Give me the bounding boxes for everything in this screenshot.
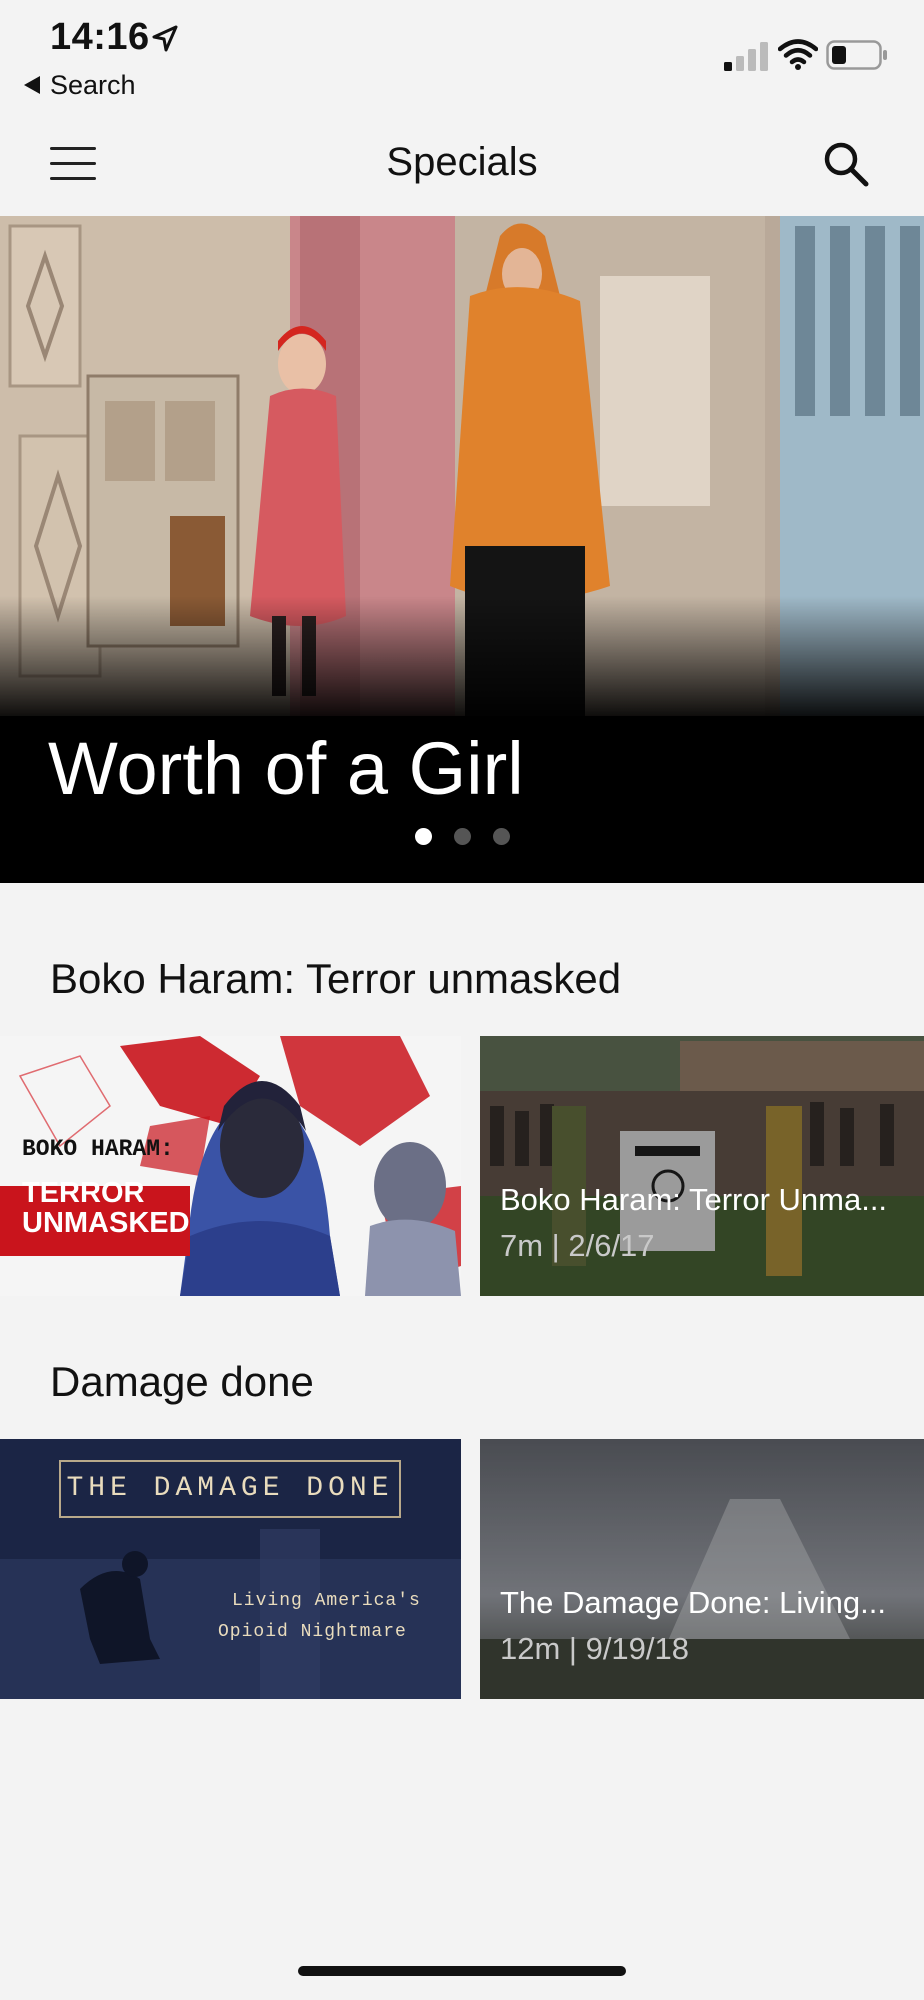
video-card-damage-done[interactable]: The Damage Done: Living... 12m | 9/19/18 [480, 1439, 924, 1699]
video-title: Boko Haram: Terror Unma... [500, 1182, 888, 1217]
boko-haram-poster-image [0, 1036, 461, 1296]
location-arrow-icon [152, 25, 178, 52]
battery-icon [826, 40, 887, 70]
cellular-signal-icon [724, 42, 768, 71]
poster-text-line2: TERROR [22, 1177, 145, 1209]
video-meta: 12m | 9/19/18 [500, 1631, 690, 1666]
poster-text-line3: Opioid Nightmare [218, 1622, 407, 1642]
section-title-damage-done: Damage done [50, 1358, 314, 1405]
page-title: Specials [386, 140, 538, 184]
poster-text-line2: Living America's [232, 1591, 421, 1611]
back-to-search-link[interactable]: Search [24, 68, 136, 102]
poster-text-line1: BOKO HARAM: [22, 1136, 174, 1162]
carousel-page-indicator[interactable] [0, 828, 924, 845]
back-triangle-icon [24, 76, 40, 94]
video-title: The Damage Done: Living... [500, 1585, 886, 1620]
home-indicator[interactable] [298, 1966, 626, 1976]
search-icon [824, 142, 869, 187]
section-title-boko-haram: Boko Haram: Terror unmasked [50, 955, 622, 1002]
carousel-dot-1[interactable] [414, 828, 432, 845]
carousel-dot-2[interactable] [453, 828, 471, 845]
poster-card-boko-haram[interactable]: BOKO HARAM: TERROR UNMASKED [0, 1036, 461, 1296]
navigation-bar: Specials [0, 112, 924, 216]
back-label: Search [50, 69, 136, 100]
poster-text-line3: UNMASKED [22, 1207, 190, 1239]
hero-carousel[interactable]: Worth of a Girl [0, 216, 924, 883]
status-time: 14:16 [50, 16, 150, 58]
video-meta: 7m | 2/6/17 [500, 1228, 655, 1263]
hero-title: Worth of a Girl [48, 727, 524, 810]
carousel-dot-3[interactable] [492, 828, 510, 845]
poster-card-damage-done[interactable]: THE DAMAGE DONE Living America's Opioid … [0, 1439, 461, 1699]
video-card-boko-haram[interactable]: Boko Haram: Terror Unma... 7m | 2/6/17 [480, 1036, 924, 1296]
wifi-icon [778, 39, 818, 70]
poster-text-line1: THE DAMAGE DONE [66, 1473, 394, 1504]
hero-gradient [0, 596, 924, 726]
status-bar: 14:16 Search [0, 0, 924, 112]
search-button[interactable] [820, 138, 874, 192]
